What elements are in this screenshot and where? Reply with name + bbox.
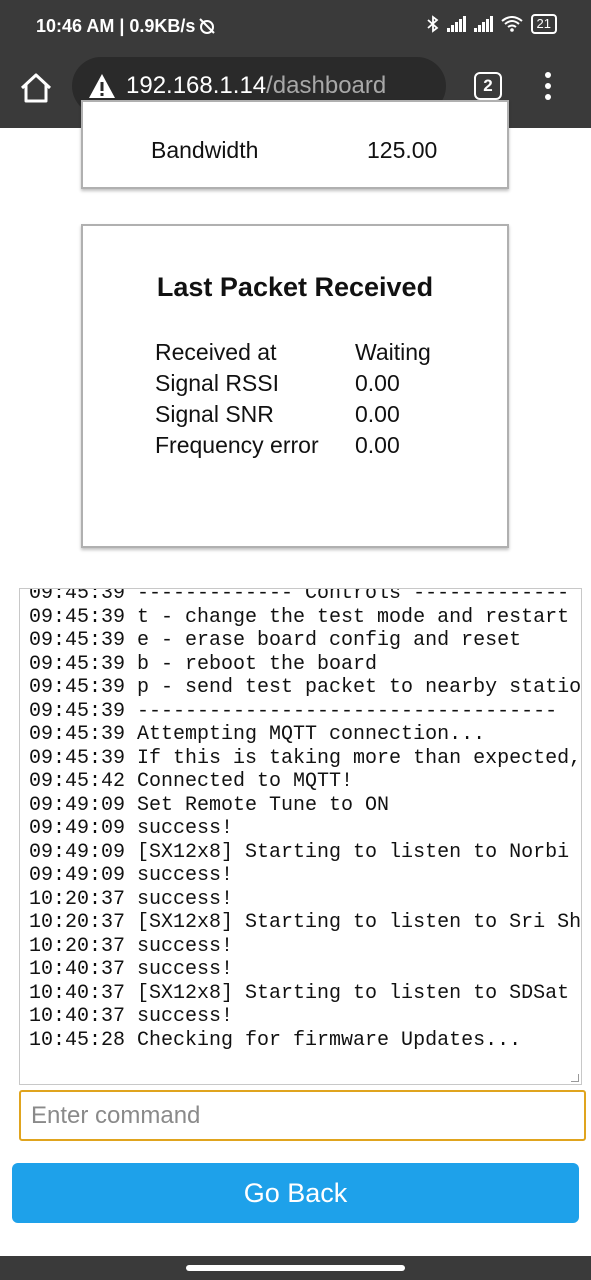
bandwidth-label: Bandwidth [151,137,259,163]
snr-label: Signal SNR [155,401,274,427]
home-icon[interactable] [18,70,54,106]
home-gesture-handle[interactable] [186,1265,405,1271]
wifi-icon [500,16,523,32]
console-line: 10:40:37 [SX12x8] Starting to listen to … [29,982,570,1005]
freq-error-value: 0.00 [355,432,400,458]
system-nav-bar [0,1256,591,1280]
more-vert-icon[interactable] [538,70,558,102]
console-line: 09:45:39 e - erase board config and rese… [29,629,522,652]
url-text[interactable]: 192.168.1.14/dashboard [126,72,386,100]
freq-error-label: Frequency error [155,432,319,458]
console-line: 09:45:42 Connected to MQTT! [29,770,354,793]
signal-1-icon [446,16,466,32]
status-time: 10:46 AM | 0.9KB/s [36,16,196,36]
alarm-off-icon [199,18,215,34]
console-line: 10:20:37 success! [29,888,234,911]
received-at-value: Waiting [355,339,431,365]
console-log[interactable]: 09:45:39 ------------- Controls --------… [19,588,582,1085]
console-line: 09:45:39 If this is taking more than exp… [29,747,582,770]
console-line: 10:20:37 [SX12x8] Starting to listen to … [29,911,582,934]
url-host: 192.168.1.14 [126,72,267,99]
resize-handle[interactable] [571,1074,579,1082]
console-line: 10:45:28 Checking for firmware Updates..… [29,1029,522,1052]
console-line: 10:40:37 success! [29,1005,234,1028]
console-line: 09:45:39 b - reboot the board [29,653,378,676]
console-line: 09:45:39 ------------- Controls --------… [29,588,570,605]
console-line: 09:45:39 t - change the test mode and re… [29,606,570,629]
last-packet-card: Last Packet Received Received at Waiting… [81,224,509,548]
bluetooth-icon [426,15,438,33]
bandwidth-value: 125.00 [367,137,438,163]
card-title: Last Packet Received [156,272,434,302]
radio-config-card: Bandwidth 125.00 [81,100,509,189]
go-back-button[interactable]: Go Back [12,1163,579,1223]
rssi-label: Signal RSSI [155,370,280,396]
console-line: 09:49:09 Set Remote Tune to ON [29,794,390,817]
warning-icon[interactable] [88,73,116,99]
status-bar: 10:46 AM | 0.9KB/s 21 [0,0,591,56]
console-line: 10:40:37 success! [29,958,234,981]
console-line: 09:49:09 success! [29,817,234,840]
console-line: 09:45:39 -------------------------------… [29,700,558,723]
console-line: 09:45:39 Attempting MQTT connection... [29,723,486,746]
command-input[interactable] [19,1090,586,1141]
url-path: /dashboard [266,72,387,99]
console-line: 09:45:39 p - send test packet to nearby … [29,676,582,699]
signal-2-icon [473,16,493,32]
snr-value: 0.00 [355,401,400,427]
console-line: 10:20:37 success! [29,935,234,958]
status-icons: 21 [426,14,557,34]
rssi-value: 0.00 [355,370,400,396]
console-line: 09:49:09 success! [29,864,234,887]
tab-switcher-button[interactable]: 2 [474,72,502,100]
received-at-label: Received at [155,339,277,365]
console-line: 09:49:09 [SX12x8] Starting to listen to … [29,841,570,864]
battery-level: 21 [530,14,557,34]
